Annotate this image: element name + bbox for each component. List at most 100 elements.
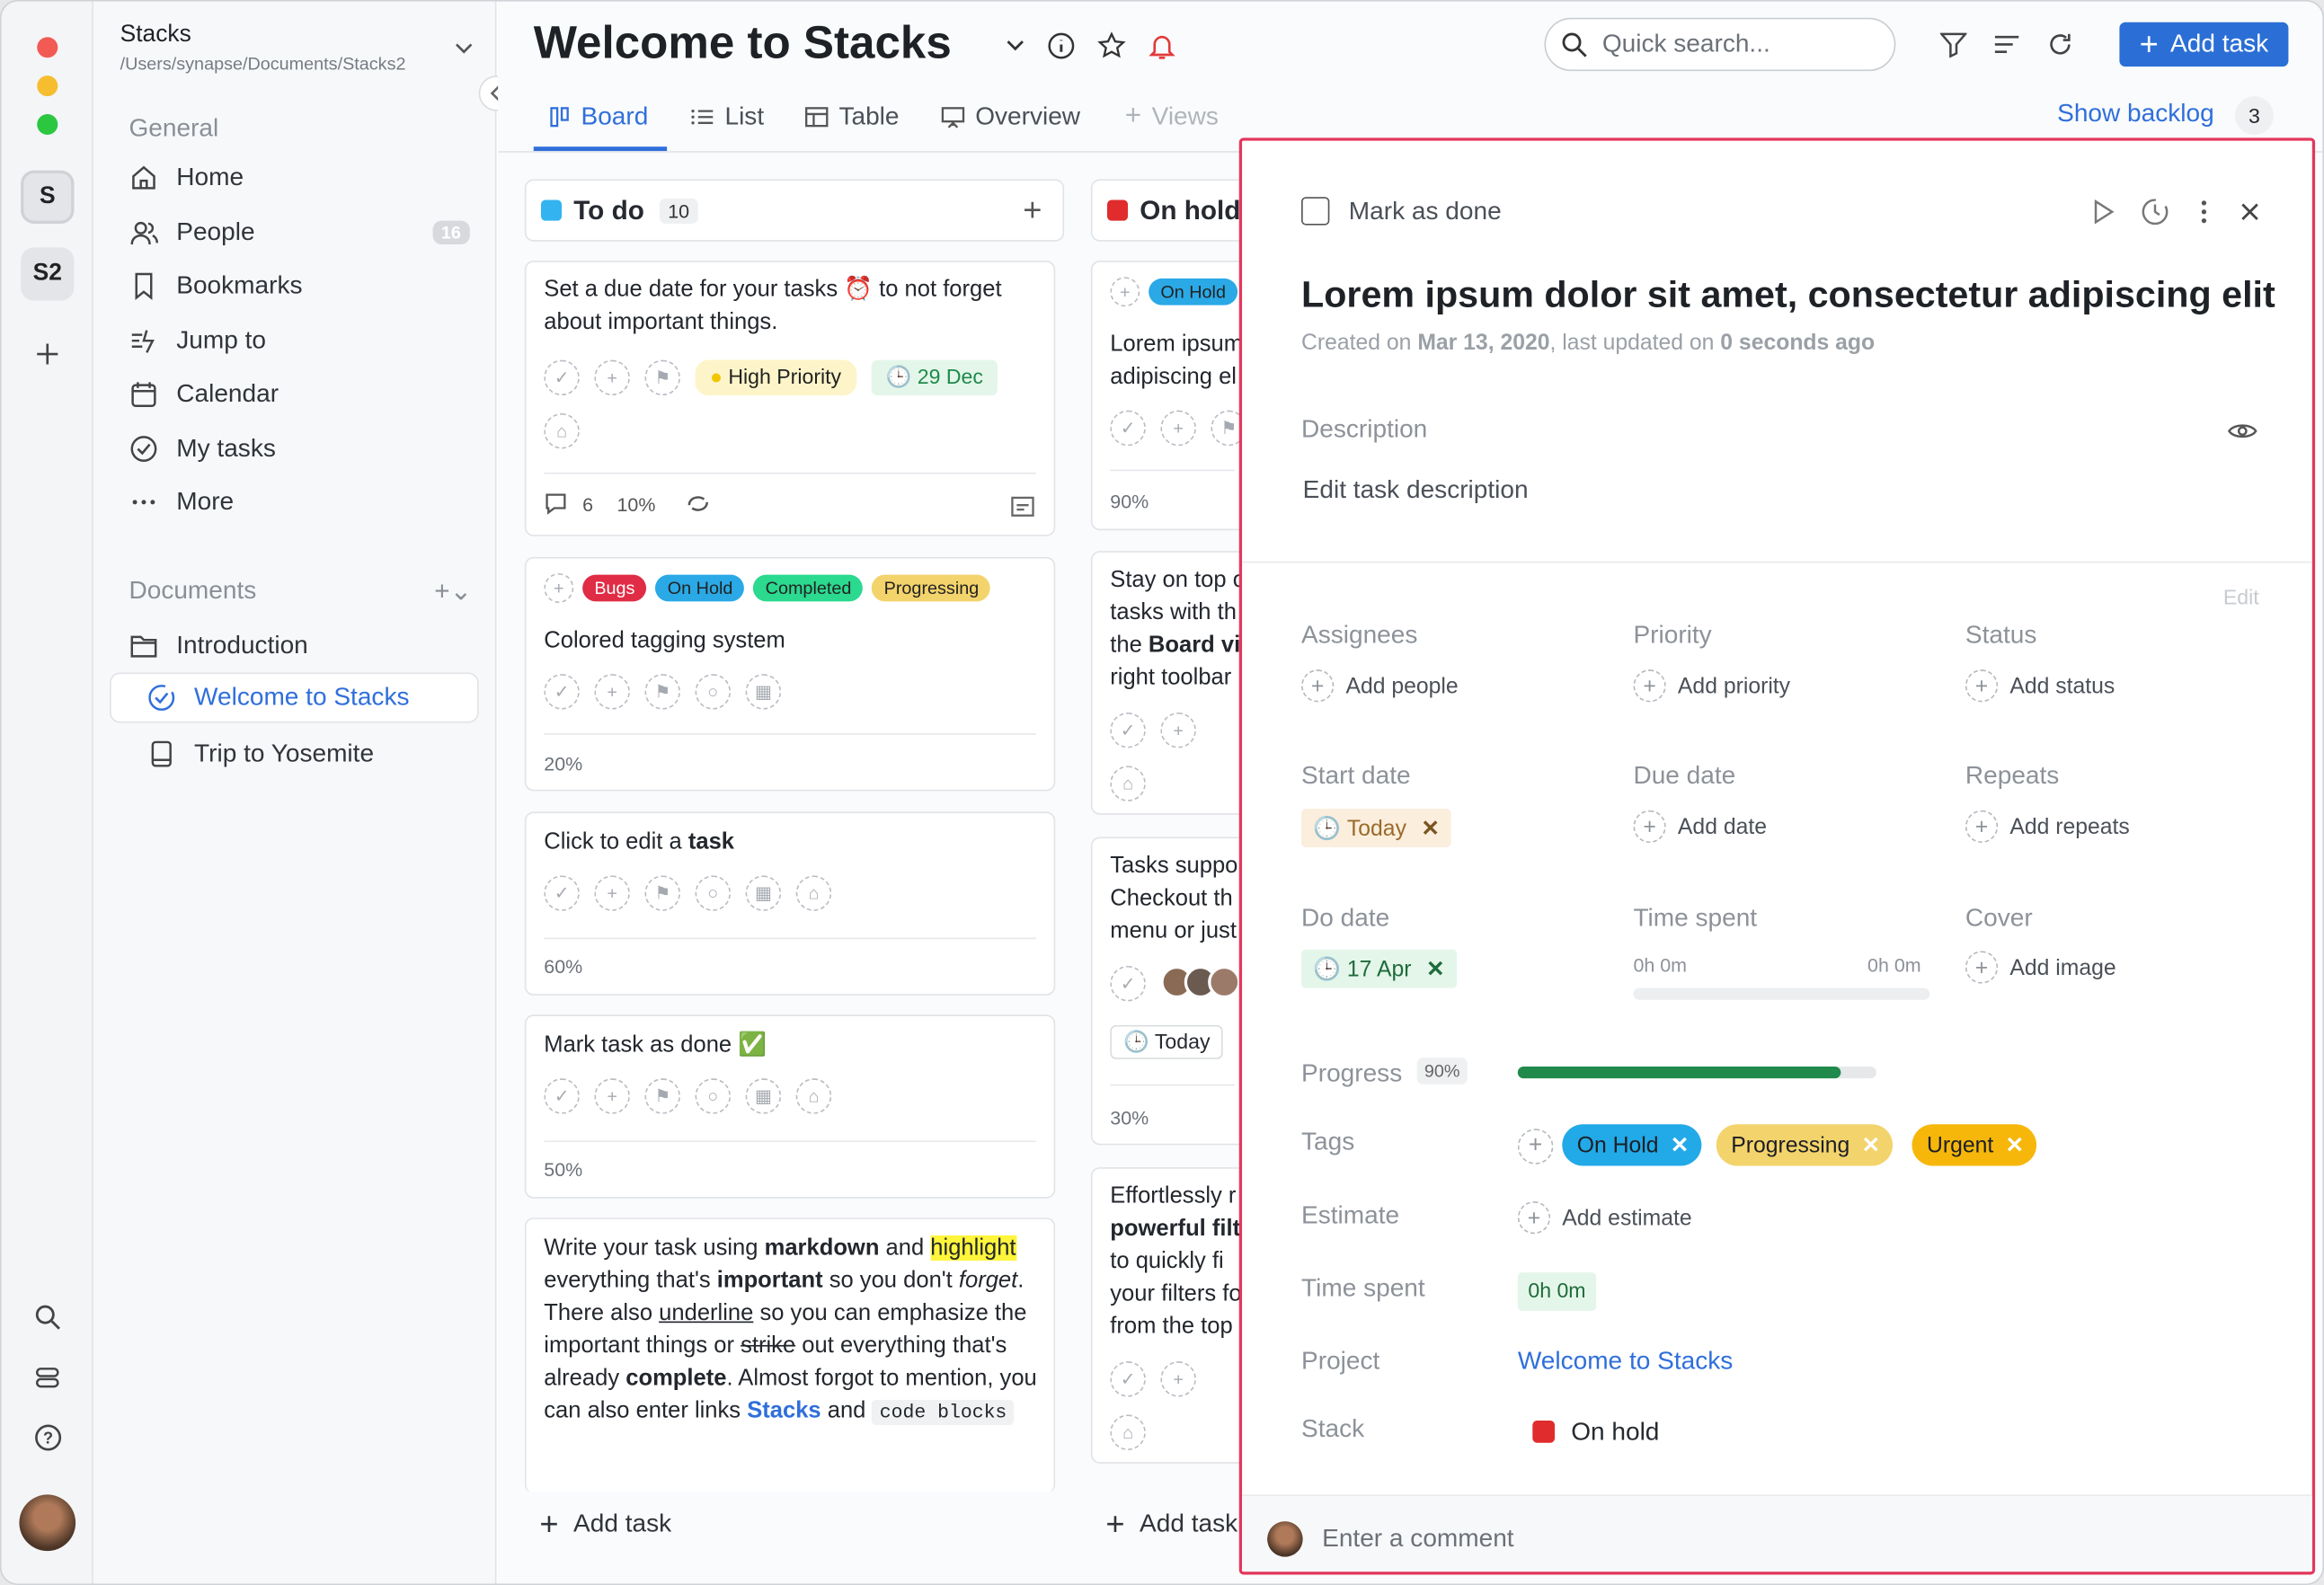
stack-value[interactable]: On hold (1571, 1418, 1659, 1448)
mark-done-checkbox[interactable] (1301, 197, 1330, 226)
date-icon[interactable]: ▦ (745, 875, 782, 911)
tag-chip[interactable]: Bugs (582, 574, 647, 602)
remove-tag-icon[interactable]: ✕ (1671, 1132, 1690, 1158)
task-card-mark-done[interactable]: Mark task as done ✅ ✓ + ⚑ ○ ▦ ⌂ 50% (524, 1014, 1056, 1199)
edit-fields-link[interactable]: Edit (2223, 585, 2259, 608)
onhold-card-4[interactable]: Effortlessly r powerful filt to quickly … (1090, 1167, 1255, 1464)
date-icon[interactable]: ▦ (745, 674, 782, 710)
star-icon[interactable] (1096, 31, 1126, 61)
task-card-markdown[interactable]: Write your task using markdown and highl… (524, 1218, 1056, 1493)
info-icon[interactable] (1046, 31, 1076, 61)
tag-icon[interactable]: ⌂ (544, 412, 580, 449)
check-icon[interactable]: ✓ (1110, 712, 1146, 748)
remove-icon[interactable]: ✕ (1421, 815, 1440, 841)
tag-icon[interactable]: ⌂ (1110, 766, 1146, 801)
nav-people[interactable]: People 16 (111, 208, 479, 258)
add-task-button[interactable]: + Add task (2119, 22, 2289, 67)
add-people-button[interactable]: + Add people (1301, 669, 1459, 703)
doc-welcome-to-stacks[interactable]: Welcome to Stacks (110, 672, 479, 723)
due-date-badge[interactable]: 🕒 29 Dec (871, 359, 998, 396)
date-chip[interactable]: 🕒 Today (1110, 1024, 1224, 1059)
add-date-button[interactable]: + Add date (1633, 810, 1767, 844)
flag-icon[interactable]: ⚑ (644, 875, 680, 911)
onhold-card-3[interactable]: Tasks suppo Checkout th menu or just ✓ 🕒… (1090, 837, 1255, 1146)
nav-home[interactable]: Home (111, 153, 479, 203)
add-estimate-button[interactable]: + Add estimate (1517, 1201, 1692, 1235)
assign-icon[interactable]: + (594, 1078, 630, 1114)
add-repeats-button[interactable]: + Add repeats (1965, 810, 2130, 844)
comment-input[interactable]: Enter a comment (1322, 1524, 1513, 1554)
check-icon[interactable]: ✓ (544, 674, 580, 710)
add-status-button[interactable]: + Add status (1965, 669, 2115, 703)
remove-tag-icon[interactable]: ✕ (1862, 1132, 1881, 1158)
check-icon[interactable]: ✓ (544, 1078, 580, 1114)
task-title[interactable]: Lorem ipsum dolor sit amet, consectetur … (1301, 274, 2275, 317)
assign-icon[interactable]: + (1160, 410, 1196, 447)
add-image-button[interactable]: + Add image (1965, 951, 2116, 984)
quick-search-input[interactable]: Quick search... (1544, 17, 1896, 72)
tag-urgent[interactable]: Urgent ✕ (1912, 1124, 2036, 1166)
tab-list[interactable]: List (691, 96, 764, 137)
refresh-icon[interactable] (2047, 31, 2074, 58)
tag-chip[interactable]: On Hold (1149, 278, 1238, 305)
progress-track[interactable] (1517, 1066, 1876, 1079)
settings-icon[interactable] (30, 1359, 66, 1395)
tag-progressing[interactable]: Progressing ✕ (1716, 1124, 1893, 1166)
onhold-card-1[interactable]: + On Hold Lorem ipsum adipiscing el ✓ + ⚑ 9… (1090, 261, 1255, 531)
filter-icon[interactable] (1939, 31, 1967, 58)
task-card-edit[interactable]: Click to edit a task ✓ + ⚑ ○ ▦ ⌂ 60% (524, 811, 1056, 996)
description-input[interactable]: Edit task description (1303, 475, 1529, 505)
add-tag-icon[interactable]: + (1110, 277, 1140, 307)
help-icon[interactable]: ? (30, 1419, 66, 1455)
chevron-down-icon[interactable] (1005, 39, 1025, 53)
add-priority-button[interactable]: + Add priority (1633, 669, 1790, 703)
assign-icon[interactable]: + (1160, 712, 1196, 748)
task-card-due-date[interactable]: Set a due date for your tasks ⏰ to not f… (524, 261, 1056, 536)
chevron-down-icon[interactable] (454, 37, 475, 64)
tag-icon[interactable]: ⌂ (795, 1078, 832, 1114)
tag-chip[interactable]: On Hold (655, 574, 745, 602)
notes-icon[interactable] (1009, 493, 1036, 520)
sort-icon[interactable] (1993, 31, 2020, 58)
search-icon[interactable] (30, 1299, 66, 1335)
remove-icon[interactable]: ✕ (1426, 955, 1445, 982)
repeat-icon[interactable] (685, 491, 712, 515)
show-backlog-link[interactable]: Show backlog (2057, 99, 2214, 128)
do-date-chip[interactable]: 🕒 17 Apr ✕ (1301, 949, 1457, 988)
tag-chip[interactable]: Completed (753, 574, 864, 602)
assign-icon[interactable]: + (1160, 1361, 1196, 1397)
add-task-onhold-button[interactable]: + Add task (1105, 1505, 1237, 1544)
add-tag-icon[interactable]: + (544, 573, 574, 603)
tag-icon[interactable]: ⌂ (1110, 1414, 1146, 1450)
status-icon[interactable]: ○ (695, 1078, 732, 1114)
assign-icon[interactable]: + (594, 359, 630, 396)
status-icon[interactable]: ○ (695, 674, 732, 710)
user-avatar[interactable] (19, 1494, 76, 1552)
check-icon[interactable]: ✓ (1110, 1361, 1146, 1397)
doc-trip-to-yosemite[interactable]: Trip to Yosemite (111, 729, 479, 779)
start-date-chip[interactable]: 🕒 Today ✕ (1301, 809, 1452, 847)
time-spent-chip[interactable]: 0h 0m (1517, 1272, 1597, 1312)
remove-tag-icon[interactable]: ✕ (2005, 1132, 2024, 1158)
more-vertical-icon[interactable] (2194, 199, 2214, 226)
tab-add-view[interactable]: + Views (1125, 96, 1219, 137)
close-window-button[interactable] (37, 37, 58, 58)
check-icon[interactable]: ✓ (1110, 965, 1146, 1002)
timer-icon[interactable] (2140, 197, 2169, 226)
check-icon[interactable]: ✓ (1110, 410, 1146, 447)
tab-table[interactable]: Table (805, 96, 899, 137)
nav-calendar[interactable]: Calendar (111, 369, 479, 420)
check-icon[interactable]: ✓ (544, 359, 580, 396)
close-icon[interactable] (2238, 200, 2261, 224)
bell-alert-icon[interactable] (1148, 31, 1177, 61)
workspace-s[interactable]: S (21, 170, 75, 224)
priority-badge[interactable]: ● High Priority (695, 359, 856, 396)
project-link[interactable]: Welcome to Stacks (1518, 1347, 1733, 1377)
add-tag-icon[interactable]: + (1517, 1129, 1554, 1164)
task-card-tagging[interactable]: + Bugs On Hold Completed Progressing Col… (524, 556, 1056, 792)
tag-chip[interactable]: Progressing (872, 574, 991, 602)
zoom-window-button[interactable] (37, 113, 58, 136)
minimize-window-button[interactable] (37, 75, 58, 97)
tag-on-hold[interactable]: On Hold ✕ (1562, 1124, 1701, 1166)
flag-icon[interactable]: ⚑ (644, 674, 680, 710)
